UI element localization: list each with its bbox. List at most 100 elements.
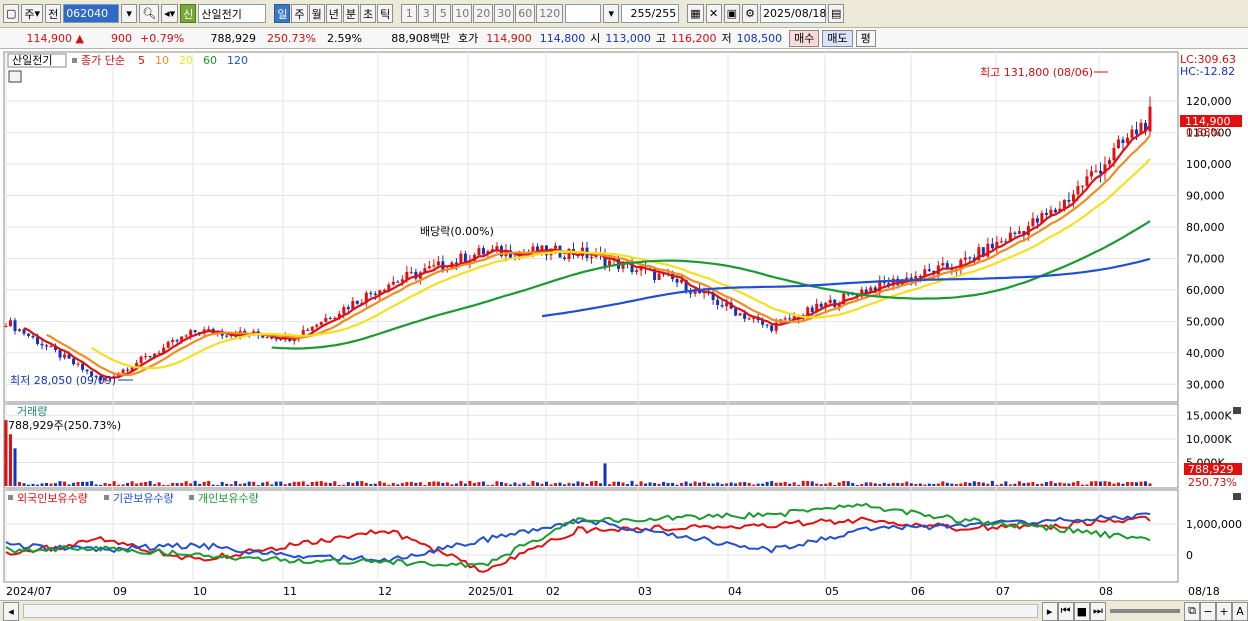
volume-bar — [418, 482, 422, 486]
candle-body — [635, 270, 639, 273]
interval-button-120[interactable]: 120 — [536, 4, 564, 23]
volume-bar — [9, 434, 13, 486]
speed-slider[interactable] — [1110, 609, 1180, 613]
candle-body — [990, 243, 994, 249]
volume-bar — [698, 482, 702, 486]
interval-button-20[interactable]: 20 — [473, 4, 494, 23]
chart-area[interactable]: 120,000 110,000 100,000 90,000 80,000 70,000 6… — [0, 50, 1248, 600]
volume-bar — [878, 483, 882, 486]
volume-panel-close-icon[interactable] — [1233, 407, 1241, 414]
status-bar: ◂ ▸ ⏮ ■ ⏭ ⧉ − + A — [0, 600, 1248, 621]
candle-body — [144, 356, 148, 358]
interval-button-5[interactable]: 5 — [435, 4, 452, 23]
quote-bar: 114,900 ▲ 900 +0.79% 788,929 250.73% 2.5… — [0, 28, 1248, 49]
period-tab-2[interactable]: 월 — [308, 4, 325, 23]
x-tick-label: 04 — [728, 585, 742, 598]
period-tab-6[interactable]: 틱 — [377, 4, 394, 23]
interval-input[interactable] — [565, 4, 602, 23]
draw-tools-icon[interactable]: ⧉ — [1184, 601, 1200, 621]
horizontal-scrollbar[interactable] — [23, 604, 1038, 618]
candle-body — [265, 337, 269, 339]
search-icon[interactable]: 🔍︎ — [139, 4, 160, 23]
crosshair-icon[interactable]: ✕ — [705, 4, 722, 23]
interval-button-30[interactable]: 30 — [494, 4, 515, 23]
volume-bar — [252, 481, 256, 486]
volume-bar — [666, 483, 670, 486]
volume-bar — [801, 480, 805, 486]
low-annotation: 최저 28,050 (09/09) — [10, 374, 116, 387]
interval-dropdown-icon[interactable]: ▾ — [603, 4, 620, 23]
candle-body — [328, 318, 332, 320]
stock-code-input[interactable]: 062040 — [63, 4, 120, 23]
candle-body — [175, 340, 179, 342]
candle-body — [4, 326, 8, 328]
interval-button-3[interactable]: 3 — [418, 4, 435, 23]
stock-chart[interactable]: 120,000110,000100,00090,00080,00070,0006… — [0, 50, 1248, 600]
market-type-select[interactable]: 주 ▾ — [21, 4, 44, 23]
holdings-panel-close-icon[interactable] — [1233, 493, 1241, 500]
zoom-in-icon[interactable]: + — [1216, 601, 1232, 621]
candle-body — [963, 257, 967, 260]
period-tab-4[interactable]: 분 — [342, 4, 359, 23]
font-size-icon[interactable]: A — [1232, 601, 1248, 621]
volume-bar — [1040, 483, 1044, 486]
gear-icon[interactable]: ⚙ — [742, 4, 759, 23]
holdings-y-tick: 0 — [1186, 549, 1193, 562]
stock-name-field[interactable]: 산일전기 — [198, 4, 267, 23]
scroll-right-icon[interactable]: ▸ — [1041, 601, 1058, 621]
volume-bar — [1044, 481, 1048, 486]
forward-icon[interactable]: ⏭ — [1090, 601, 1106, 621]
candle-body — [1080, 185, 1084, 187]
period-tab-1[interactable]: 주 — [291, 4, 308, 23]
zoom-out-icon[interactable]: − — [1200, 601, 1216, 621]
date-input[interactable]: 2025/08/18 — [760, 4, 826, 23]
rewind-icon[interactable]: ⏮ — [1057, 601, 1074, 621]
candle-body — [819, 303, 823, 308]
candle-body — [396, 281, 400, 283]
volume-bar — [626, 484, 630, 486]
volume-bar — [526, 484, 530, 486]
eval-button[interactable]: 평 — [855, 29, 876, 47]
candle-body — [436, 261, 440, 266]
candle-body — [1035, 218, 1039, 223]
volume-bar — [225, 483, 229, 486]
volume-bar — [923, 484, 927, 486]
volume-bar — [499, 482, 503, 486]
count-input[interactable]: 255/255 — [621, 4, 680, 23]
interval-button-10[interactable]: 10 — [452, 4, 473, 23]
volume-bar — [617, 481, 621, 486]
period-tab-3[interactable]: 년 — [325, 4, 342, 23]
x-tick-label: 11 — [283, 585, 297, 598]
stop-icon[interactable]: ■ — [1073, 601, 1090, 621]
period-tab-0[interactable]: 일 — [274, 4, 291, 23]
candle-body — [738, 313, 742, 316]
candle-body — [324, 318, 328, 322]
interval-button-60[interactable]: 60 — [515, 4, 536, 23]
candle-body — [1107, 160, 1111, 165]
candle-body — [27, 333, 31, 336]
panel-stock-name: 산일전기 — [12, 53, 52, 67]
count-total: /255 — [651, 7, 677, 20]
volume-bar — [391, 482, 395, 486]
window-icon[interactable]: ▢ — [3, 4, 20, 23]
volume-bar — [882, 482, 886, 486]
volume-bar — [40, 483, 44, 486]
grid-icon[interactable]: ▦ — [687, 4, 704, 23]
price-y-tick: 30,000 — [1186, 378, 1225, 391]
volume-bar — [508, 484, 512, 486]
code-dropdown-icon[interactable]: ▾ — [121, 4, 138, 23]
save-icon[interactable]: ▣ — [723, 4, 741, 23]
speaker-icon[interactable]: ◂▾ — [161, 4, 179, 23]
market-scope-button[interactable]: 전 — [45, 4, 62, 23]
volume-bar — [1094, 481, 1098, 486]
calendar-icon[interactable]: ▤ — [828, 4, 845, 23]
price-y-tick: 120,000 — [1186, 95, 1232, 108]
table-icon[interactable] — [8, 70, 22, 83]
sell-button[interactable]: 매도 — [822, 29, 853, 47]
interval-button-1[interactable]: 1 — [401, 4, 418, 23]
volume-bar — [635, 484, 639, 486]
period-tab-5[interactable]: 초 — [359, 4, 377, 23]
open-price: 113,000 — [605, 31, 651, 45]
buy-button[interactable]: 매수 — [789, 29, 820, 47]
scroll-left-icon[interactable]: ◂ — [3, 601, 19, 621]
